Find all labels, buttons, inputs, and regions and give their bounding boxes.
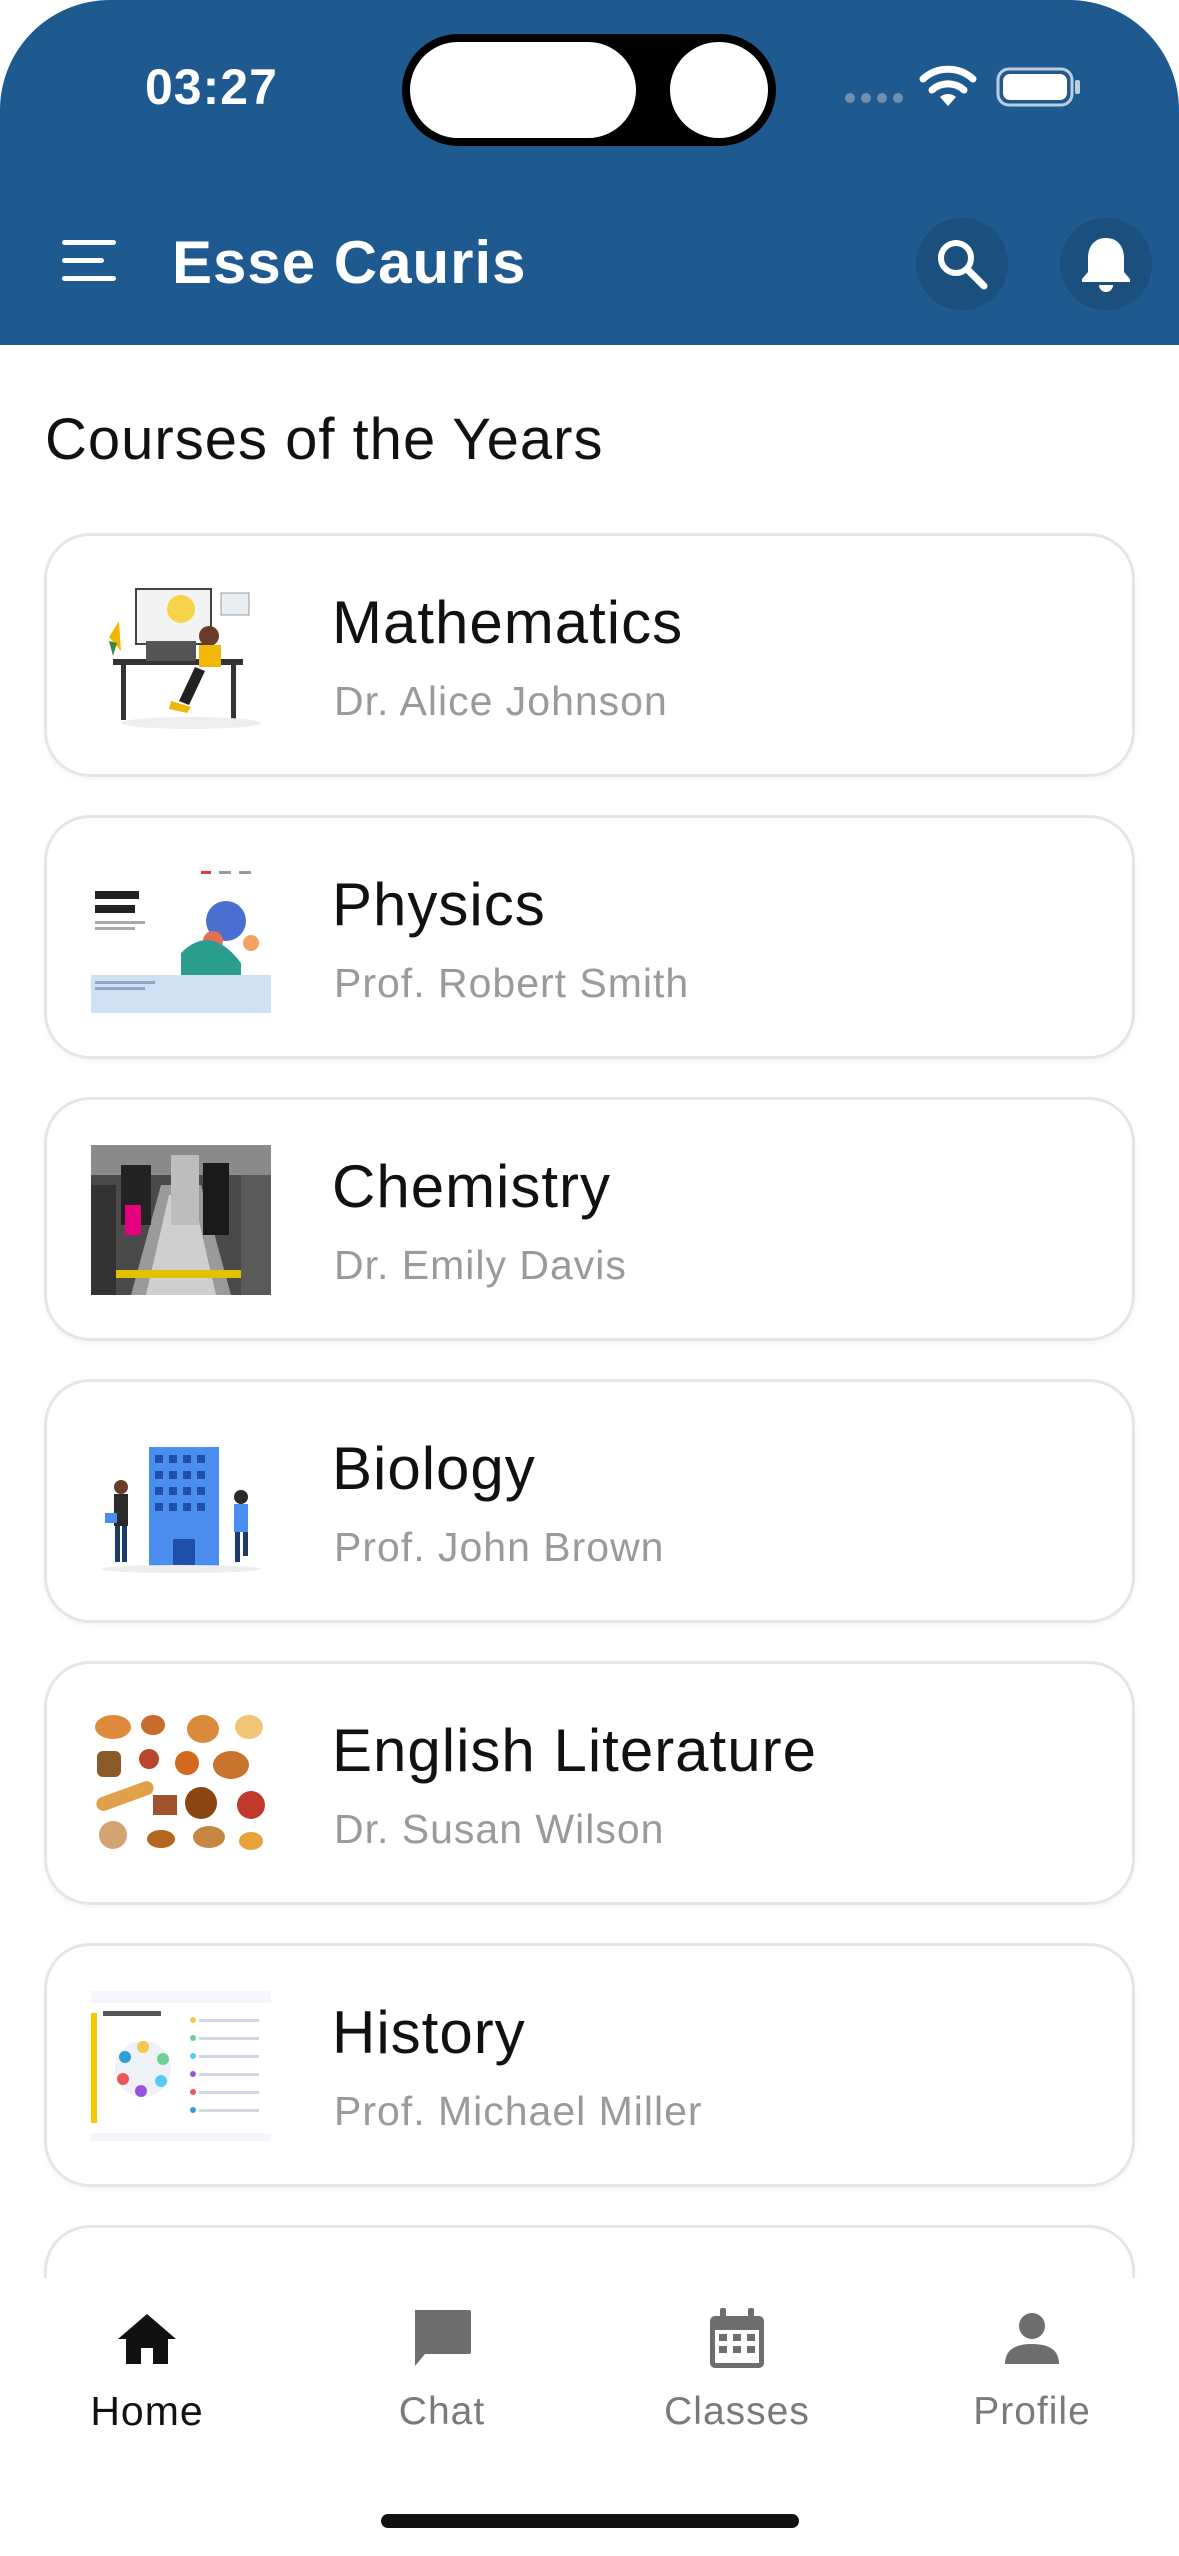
course-card[interactable]: English Literature Dr. Susan Wilson bbox=[44, 1661, 1135, 1905]
course-thumbnail bbox=[91, 863, 271, 1013]
nav-chat[interactable]: Chat bbox=[322, 2306, 562, 2446]
nav-profile-label: Profile bbox=[973, 2390, 1091, 2433]
bell-icon bbox=[1082, 238, 1130, 292]
course-card[interactable] bbox=[44, 2225, 1135, 2278]
nav-home[interactable]: Home bbox=[27, 2306, 267, 2446]
nav-profile[interactable]: Profile bbox=[912, 2306, 1152, 2446]
course-card[interactable]: Chemistry Dr. Emily Davis bbox=[44, 1097, 1135, 1341]
nav-home-label: Home bbox=[90, 2388, 204, 2434]
status-time: 03:27 bbox=[145, 59, 278, 115]
course-name: Biology bbox=[332, 1435, 536, 1502]
course-teacher: Prof. Robert Smith bbox=[334, 960, 690, 1006]
course-card[interactable]: Physics Prof. Robert Smith bbox=[44, 815, 1135, 1059]
course-name: History bbox=[332, 1999, 526, 2066]
calendar-icon bbox=[710, 2308, 764, 2368]
app-header: 03:27 Esse Cauris bbox=[0, 0, 1179, 345]
battery-icon bbox=[996, 67, 1080, 107]
course-card[interactable]: History Prof. Michael Miller bbox=[44, 1943, 1135, 2187]
home-icon bbox=[118, 2314, 176, 2364]
island-circle bbox=[670, 42, 768, 138]
course-teacher: Prof. Michael Miller bbox=[334, 2088, 703, 2134]
course-thumbnail bbox=[91, 1427, 271, 1577]
course-card[interactable]: Biology Prof. John Brown bbox=[44, 1379, 1135, 1623]
course-name: English Literature bbox=[332, 1717, 817, 1784]
island-pill bbox=[410, 42, 636, 138]
course-name: Mathematics bbox=[332, 589, 684, 656]
course-teacher: Dr. Alice Johnson bbox=[334, 678, 668, 724]
home-indicator[interactable] bbox=[381, 2514, 799, 2528]
course-name: Physics bbox=[332, 871, 546, 938]
phone-screen: 03:27 Esse Cauris Courses of the Years M… bbox=[0, 0, 1179, 2556]
notifications-button[interactable] bbox=[1060, 218, 1152, 310]
course-card[interactable]: Mathematics Dr. Alice Johnson bbox=[44, 533, 1135, 777]
nav-chat-label: Chat bbox=[398, 2390, 486, 2433]
app-title: Esse Cauris bbox=[172, 229, 527, 296]
course-thumbnail bbox=[91, 1709, 271, 1859]
search-button[interactable] bbox=[916, 218, 1008, 310]
person-icon bbox=[1005, 2313, 1059, 2364]
course-teacher: Prof. John Brown bbox=[334, 1524, 665, 1570]
course-name: Chemistry bbox=[332, 1153, 612, 1220]
course-thumbnail bbox=[91, 1145, 271, 1295]
chat-icon bbox=[415, 2310, 471, 2366]
course-thumbnail bbox=[91, 1991, 271, 2141]
course-teacher: Dr. Emily Davis bbox=[334, 1242, 627, 1288]
section-title: Courses of the Years bbox=[45, 407, 604, 472]
wifi-icon bbox=[919, 65, 977, 106]
nav-classes-label: Classes bbox=[664, 2390, 810, 2433]
search-icon bbox=[938, 240, 988, 290]
course-thumbnail bbox=[91, 581, 271, 731]
course-list[interactable]: Mathematics Dr. Alice Johnson Physics Pr… bbox=[0, 533, 1179, 2278]
menu-icon[interactable] bbox=[60, 236, 124, 286]
course-teacher: Dr. Susan Wilson bbox=[334, 1806, 665, 1852]
cellular-signal-icon bbox=[845, 93, 905, 105]
nav-classes[interactable]: Classes bbox=[617, 2306, 857, 2446]
dynamic-island bbox=[402, 34, 776, 146]
